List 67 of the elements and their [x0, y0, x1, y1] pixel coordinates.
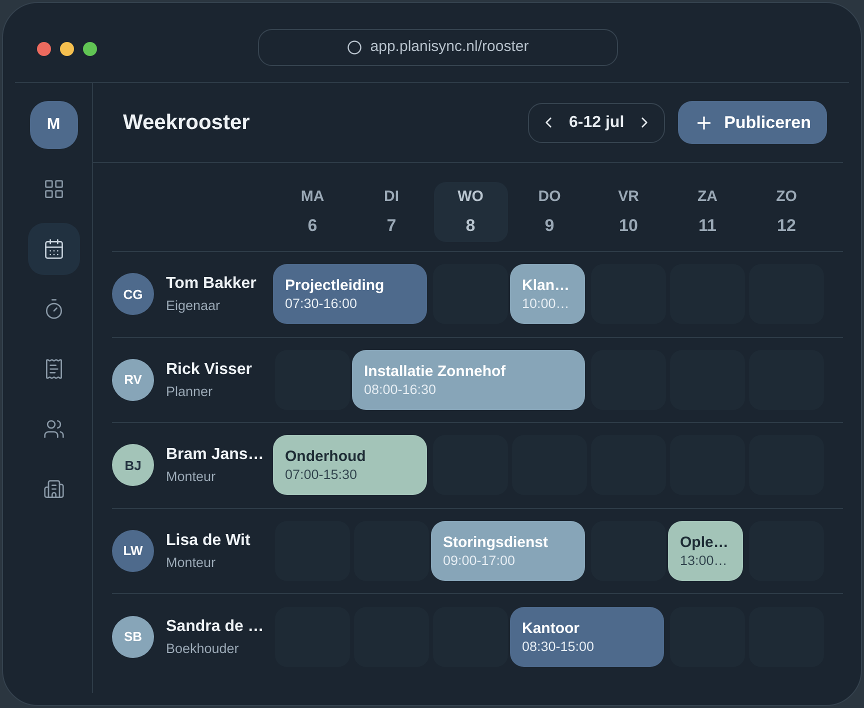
person-avatar: RV: [112, 358, 154, 401]
day-label: ZO: [776, 187, 797, 207]
day-date: 7: [386, 214, 396, 236]
day-label: DI: [384, 187, 399, 207]
person-role: Planner: [166, 382, 214, 401]
day-header[interactable]: ZO 12: [750, 182, 824, 242]
week-picker[interactable]: 6-12 jul: [528, 102, 666, 142]
people-icon: [42, 418, 64, 440]
grid-icon: [42, 178, 64, 200]
shift-block[interactable]: Kantoor 08:30-15:00: [510, 606, 664, 667]
shift-title: Storingsdienst: [443, 532, 550, 552]
shift-title: Projectleiding: [285, 276, 386, 296]
shift-title: Ople…: [680, 532, 730, 552]
day-label: DO: [538, 187, 561, 207]
day-date: 11: [698, 214, 716, 236]
day-header[interactable]: DI 7: [354, 182, 428, 242]
person-avatar: LW: [112, 530, 154, 572]
person-name: Sandra de …: [166, 616, 264, 637]
day-header[interactable]: MA 6: [276, 182, 350, 242]
person-role: Boekhouder: [166, 640, 240, 658]
shift-title: Installatie Zonnehof: [364, 362, 507, 381]
day-date: 10: [619, 214, 638, 236]
shift-title: Klan…: [522, 276, 571, 296]
person-name: Rick Visser: [166, 360, 252, 380]
shift-time: 07:30-16:00: [285, 295, 358, 312]
page-title: Weekrooster: [123, 110, 250, 136]
shift-time: 08:00-16:30: [364, 380, 438, 398]
circle-icon: [347, 40, 362, 55]
publish-button[interactable]: Publiceren: [678, 101, 827, 144]
calendar-icon: [42, 238, 64, 260]
person-avatar: BJ: [112, 444, 154, 486]
url-text: app.planisync.nl/rooster: [370, 37, 529, 58]
person-role: Eigenaar: [166, 297, 222, 316]
building-icon: [42, 478, 64, 500]
shift-block[interactable]: Onderhoud 07:00-15:30: [273, 435, 427, 496]
shift-title: Kantoor: [522, 618, 580, 638]
day-date: 9: [544, 214, 554, 236]
shift-time: 07:00-15:30: [285, 466, 358, 484]
person-name: Lisa de Wit: [166, 530, 250, 551]
day-label: MA: [300, 187, 324, 207]
person-role: Monteur: [166, 554, 217, 572]
shift-time: 13:00…: [680, 552, 728, 569]
date-range: 6-12 jul: [569, 112, 624, 132]
day-date: 8: [466, 214, 476, 236]
day-label: ZA: [698, 187, 718, 207]
day-header[interactable]: ZA 11: [670, 182, 744, 242]
day-label: VR: [618, 187, 639, 207]
shift-time: 08:30-15:00: [522, 638, 596, 655]
nav-item[interactable]: [28, 223, 80, 275]
day-header[interactable]: DO 9: [512, 182, 586, 242]
day-header[interactable]: WO 8: [434, 182, 508, 242]
day-date: 12: [777, 214, 796, 236]
shift-block[interactable]: Projectleiding 07:30-16:00: [273, 264, 427, 324]
person-avatar: CG: [112, 273, 154, 316]
person-name: Tom Bakker: [166, 274, 256, 294]
day-header[interactable]: VR 10: [592, 182, 666, 242]
address-bar[interactable]: app.planisync.nl/rooster: [258, 29, 618, 66]
shift-time: 09:00-17:00: [443, 552, 516, 569]
person-name: Bram Jans…: [166, 445, 264, 466]
day-date: 6: [308, 214, 318, 236]
person-avatar: SB: [112, 616, 154, 658]
shift-title: Onderhoud: [285, 447, 367, 466]
shift-block[interactable]: Ople… 13:00…: [668, 520, 743, 581]
user-avatar[interactable]: M: [30, 101, 78, 149]
shift-time: 10:00…: [522, 295, 570, 312]
day-label: WO: [458, 187, 484, 207]
person-role: Monteur: [166, 468, 217, 486]
